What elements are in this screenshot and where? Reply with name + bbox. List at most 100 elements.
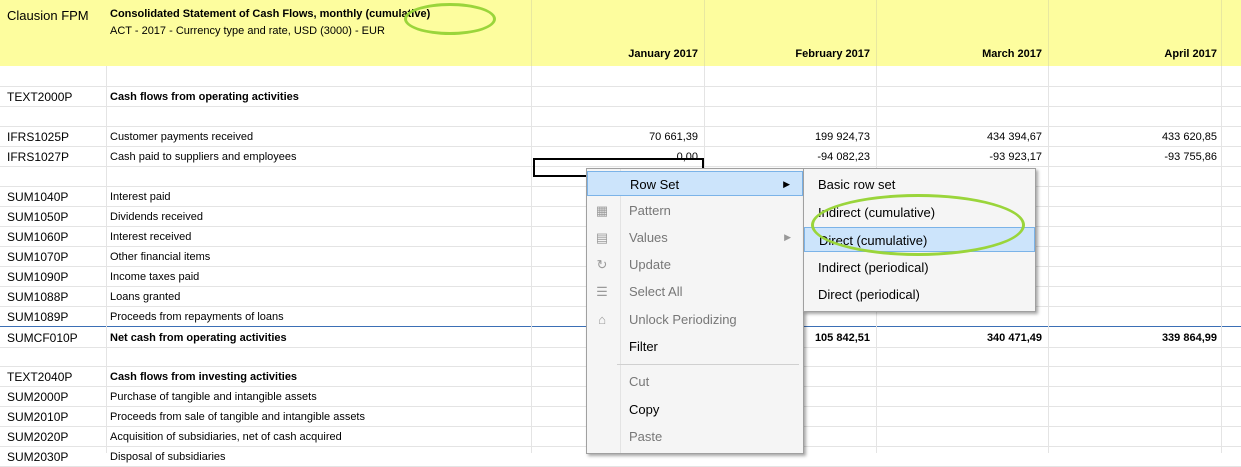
menu-item-select-all[interactable]: ☰ Select All [587, 279, 803, 304]
table-row[interactable]: IFRS1025P Customer payments received 70 66… [0, 126, 1241, 147]
row-description: Purchase of tangible and intangible asse… [110, 391, 317, 403]
submenu-item-indirect-cumulative[interactable]: Indirect (cumulative) [804, 200, 1035, 225]
app-name: Clausion FPM [7, 8, 89, 23]
grid-line [1048, 66, 1049, 453]
row-description: Other financial items [110, 251, 211, 263]
row-description: Proceeds from repayments of loans [110, 311, 284, 323]
menu-item-unlock-periodizing[interactable]: ⌂ Unlock Periodizing [587, 307, 803, 332]
row-code: TEXT2000P [7, 90, 73, 104]
row-code: SUM1090P [7, 270, 69, 284]
menu-item-label: Cut [629, 374, 650, 389]
unlock-icon: ⌂ [598, 312, 606, 327]
row-description: Net cash from operating activities [110, 332, 287, 344]
pattern-icon: ▦ [595, 203, 609, 218]
menu-separator [617, 364, 799, 365]
row-description: Cash paid to suppliers and employees [110, 151, 297, 163]
grid-line [1221, 0, 1222, 66]
table-row[interactable] [0, 106, 1241, 127]
submenu-item-label: Direct (periodical) [818, 287, 920, 302]
report-subtitle: ACT - 2017 - Currency type and rate, USD… [110, 25, 385, 37]
chevron-right-icon: ▶ [783, 179, 790, 189]
row-description: Customer payments received [110, 131, 254, 143]
submenu-item-label: Indirect (cumulative) [818, 204, 936, 220]
report-header: Clausion FPM Consolidated Statement of C… [0, 0, 1241, 66]
menu-item-label: Row Set [630, 177, 680, 192]
row-code: IFRS1027P [7, 150, 70, 164]
menu-item-filter[interactable]: Filter [587, 334, 803, 359]
value-cell[interactable]: 199 924,73 [705, 131, 870, 143]
submenu-item-direct-cumulative[interactable]: Direct (cumulative) [804, 227, 1035, 252]
submenu-item-basic-row-set[interactable]: Basic row set [804, 172, 1035, 197]
grid-line [704, 0, 705, 66]
menu-item-cut[interactable]: Cut [587, 369, 803, 394]
value-cell[interactable]: 434 394,67 [877, 131, 1042, 143]
column-header-jan[interactable]: January 2017 [533, 48, 698, 60]
row-description: Dividends received [110, 211, 203, 223]
menu-item-values[interactable]: ▤ Values ▶ [587, 225, 803, 250]
row-description: Proceeds from sale of tangible and intan… [110, 411, 365, 423]
values-icon: ▤ [595, 230, 609, 245]
value-cell[interactable]: 340 471,49 [877, 332, 1042, 344]
submenu-item-indirect-periodical[interactable]: Indirect (periodical) [804, 255, 1035, 280]
row-code: IFRS1025P [7, 130, 70, 144]
grid-line [531, 0, 532, 66]
value-cell[interactable]: 433 620,85 [1049, 131, 1217, 143]
column-header-mar[interactable]: March 2017 [877, 48, 1042, 60]
column-header-apr[interactable]: April 2017 [1049, 48, 1217, 60]
row-code: SUM1040P [7, 190, 69, 204]
spreadsheet: Clausion FPM Consolidated Statement of C… [0, 0, 1241, 467]
report-title: Consolidated Statement of Cash Flows, mo… [110, 8, 431, 20]
value-cell[interactable]: 339 864,99 [1049, 332, 1217, 344]
row-code: SUM2010P [7, 410, 69, 424]
submenu-item-label: Basic row set [818, 177, 896, 192]
menu-item-label: Paste [629, 429, 663, 444]
menu-item-label: Unlock Periodizing [629, 312, 737, 327]
row-code: SUM1088P [7, 290, 69, 304]
grid-line [1048, 0, 1049, 66]
grid-line [1221, 66, 1222, 453]
row-code: SUM2020P [7, 430, 69, 444]
value-cell[interactable]: -94 082,23 [705, 151, 870, 163]
grid-line [531, 66, 532, 453]
grid-line [106, 66, 107, 453]
menu-item-copy[interactable]: Copy [587, 397, 803, 422]
update-icon: ↻ [596, 257, 608, 272]
row-code: TEXT2040P [7, 370, 73, 384]
context-menu: Row Set ▶ ▦ Pattern ▤ Values ▶ ↻ Update ☰ Select A… [586, 168, 804, 454]
column-header-feb[interactable]: February 2017 [705, 48, 870, 60]
menu-item-label: Update [629, 257, 671, 272]
row-code: SUM1070P [7, 250, 69, 264]
menu-item-pattern[interactable]: ▦ Pattern [587, 198, 803, 223]
menu-item-row-set[interactable]: Row Set ▶ [587, 171, 803, 196]
value-cell[interactable]: -93 923,17 [877, 151, 1042, 163]
menu-item-label: Select All [629, 284, 683, 299]
select-all-icon: ☰ [596, 284, 608, 299]
menu-item-label: Pattern [629, 203, 671, 218]
row-description: Cash flows from operating activities [110, 91, 299, 103]
row-description: Interest paid [110, 191, 171, 203]
menu-item-update[interactable]: ↻ Update [587, 252, 803, 277]
row-code: SUM1089P [7, 310, 69, 324]
submenu-item-label: Indirect (periodical) [818, 259, 929, 275]
row-code: SUM2000P [7, 390, 69, 404]
row-description: Interest received [110, 231, 192, 243]
submenu-item-direct-periodical[interactable]: Direct (periodical) [804, 282, 1035, 307]
submenu-item-label: Direct (cumulative) [819, 233, 928, 248]
row-code: SUMCF010P [7, 331, 78, 345]
menu-item-label: Filter [629, 339, 658, 354]
row-description: Income taxes paid [110, 271, 200, 283]
row-description: Acquisition of subsidiaries, net of cash… [110, 431, 342, 443]
row-set-submenu: Basic row set Indirect (cumulative) Direct… [803, 168, 1036, 312]
value-cell[interactable]: -93 755,86 [1049, 151, 1217, 163]
menu-item-label: Copy [629, 402, 660, 417]
table-row[interactable]: TEXT2000P Cash flows from operating activ… [0, 86, 1241, 107]
row-code: SUM1050P [7, 210, 69, 224]
table-row[interactable] [0, 66, 1241, 87]
menu-item-label: Values [629, 230, 668, 245]
row-code: SUM1060P [7, 230, 69, 244]
menu-item-paste[interactable]: Paste [587, 424, 803, 449]
row-code: SUM2030P [7, 450, 69, 464]
value-cell[interactable]: 70 661,39 [533, 131, 698, 143]
grid-line [876, 0, 877, 66]
row-description: Loans granted [110, 291, 181, 303]
